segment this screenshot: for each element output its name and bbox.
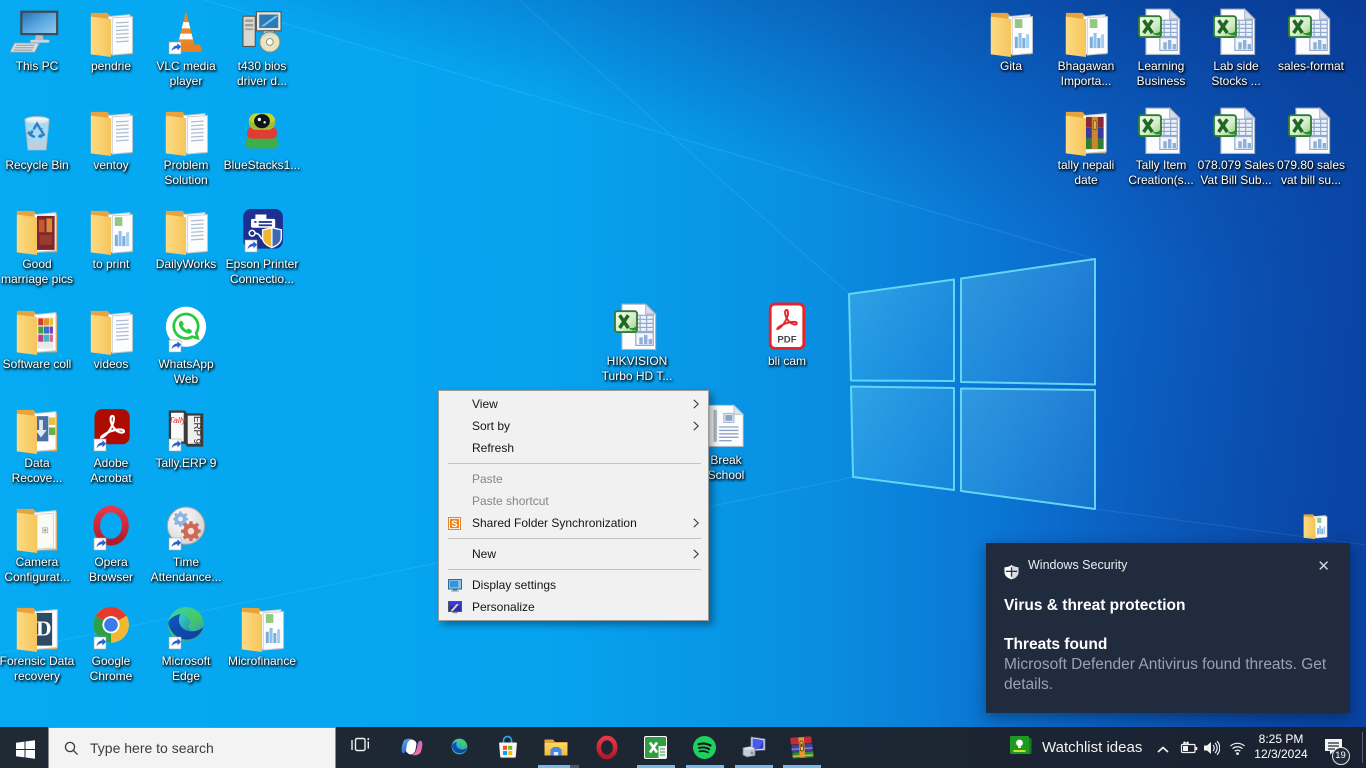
- svg-text:S: S: [451, 519, 457, 529]
